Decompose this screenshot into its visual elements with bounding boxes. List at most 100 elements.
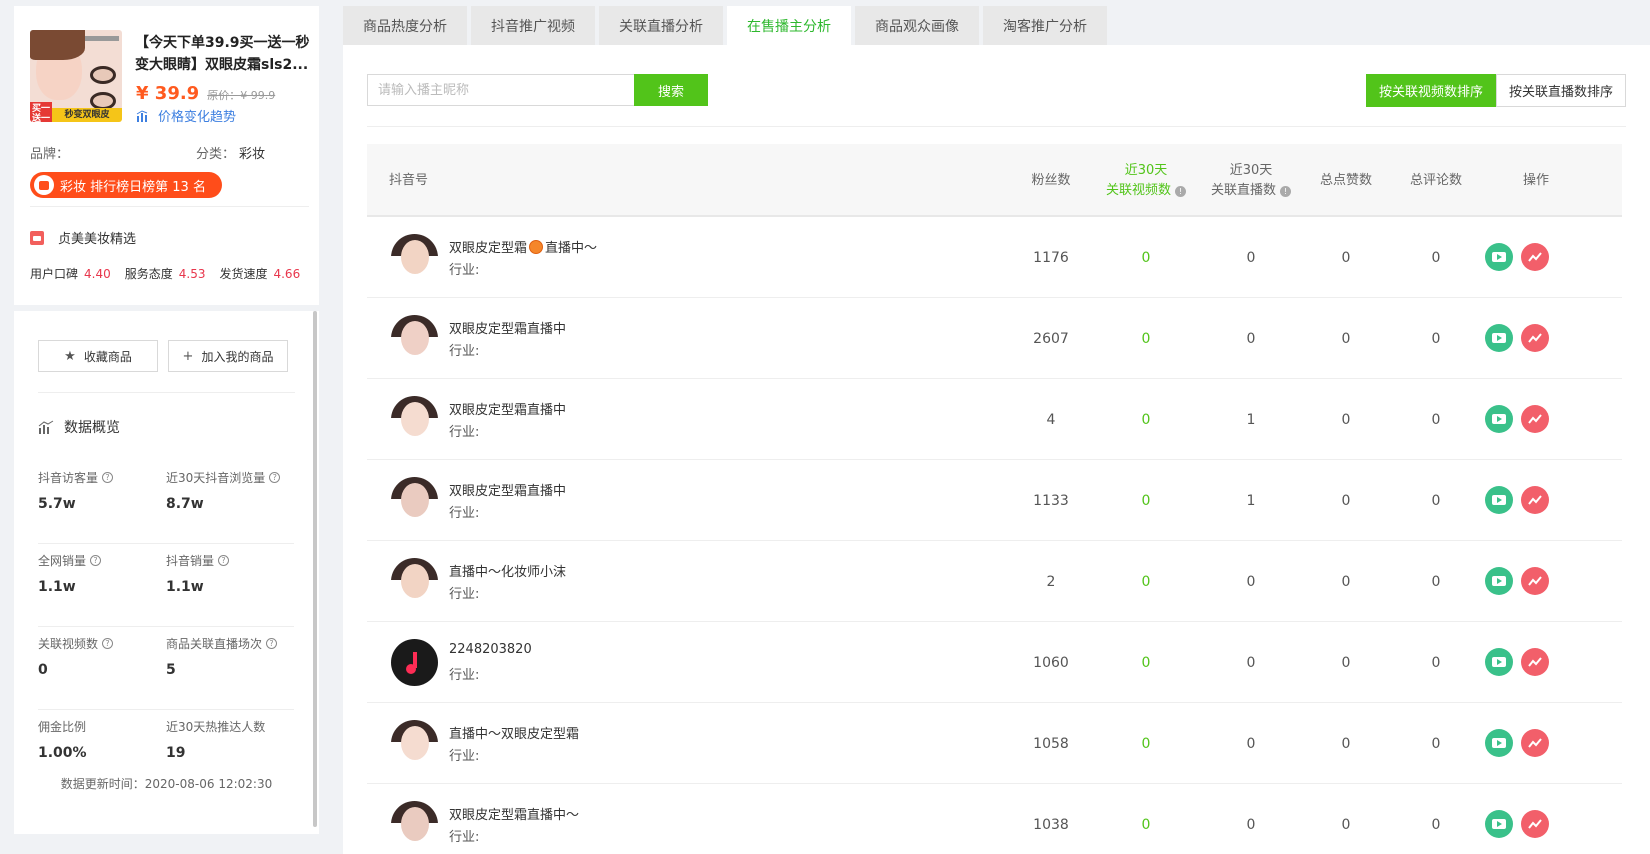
avatar[interactable] xyxy=(391,720,438,767)
video-button[interactable] xyxy=(1485,405,1513,433)
rank-badge-label: 彩妆 排行榜日榜第 13 名 xyxy=(60,179,206,195)
cell-likes: 0 xyxy=(1341,492,1351,509)
header-lives[interactable]: 近30天 关联直播数! xyxy=(1201,144,1301,217)
table-row[interactable]: 双眼皮定型霜直播中～ 行业: 1038 0 0 0 0 xyxy=(367,784,1622,854)
header-fans[interactable]: 粉丝数 xyxy=(1011,144,1091,217)
table-row[interactable]: 双眼皮定型霜直播中 行业: 2607 0 0 0 0 xyxy=(367,298,1622,379)
main-panel: 搜索 按关联视频数排序 按关联直播数排序 抖音号 粉丝数 近30天关联视频数! … xyxy=(343,45,1650,854)
shop-name: 贞美美妆精选 xyxy=(58,232,137,247)
anchor-name[interactable]: 直播中～双眼皮定型霜 xyxy=(449,723,579,742)
table-row[interactable]: 2248203820 行业: 1060 0 0 0 0 xyxy=(367,622,1622,703)
tab-2[interactable]: 关联直播分析 xyxy=(599,6,723,45)
help-icon[interactable]: ? xyxy=(102,472,114,483)
cell-videos: 0 xyxy=(1141,816,1151,833)
anchor-search-input[interactable] xyxy=(367,74,634,106)
avatar[interactable] xyxy=(391,801,438,848)
video-button[interactable] xyxy=(1485,567,1513,595)
tab-0[interactable]: 商品热度分析 xyxy=(343,6,467,45)
trend-button[interactable] xyxy=(1521,567,1549,595)
help-icon[interactable]: ? xyxy=(218,555,230,566)
price-trend-link[interactable]: 价格变化趋势 xyxy=(136,106,236,125)
avatar[interactable] xyxy=(391,477,438,524)
shop-row[interactable]: 贞美美妆精选 xyxy=(30,228,136,247)
avatar[interactable] xyxy=(391,558,438,605)
anchor-name[interactable]: 双眼皮定型霜直播中 xyxy=(449,318,566,337)
avatar[interactable] xyxy=(391,315,438,362)
help-icon[interactable]: ? xyxy=(102,638,114,649)
search-button[interactable]: 搜索 xyxy=(634,74,708,106)
stat-item: 商品关联直播场次? 5 xyxy=(166,635,278,678)
trend-button[interactable] xyxy=(1521,729,1549,757)
video-icon xyxy=(1492,414,1506,424)
sidebar-scrollbar[interactable] xyxy=(313,311,317,827)
tab-5[interactable]: 淘客推广分析 xyxy=(983,6,1107,45)
trend-button[interactable] xyxy=(1521,648,1549,676)
anchor-name[interactable]: 双眼皮定型霜直播中～ xyxy=(449,804,579,823)
trend-button[interactable] xyxy=(1521,243,1549,271)
video-button[interactable] xyxy=(1485,324,1513,352)
trend-button[interactable] xyxy=(1521,486,1549,514)
help-icon[interactable]: ? xyxy=(90,555,102,566)
video-button[interactable] xyxy=(1485,729,1513,757)
table-row[interactable]: 双眼皮定型霜 直播中～ 行业: 1176 0 0 0 0 xyxy=(367,217,1622,298)
trend-button[interactable] xyxy=(1521,324,1549,352)
trend-button[interactable] xyxy=(1521,405,1549,433)
rank-badge[interactable]: 彩妆 排行榜日榜第 13 名 xyxy=(30,172,222,198)
header-comments[interactable]: 总评论数 xyxy=(1391,144,1481,217)
anchor-name[interactable]: 双眼皮定型霜直播中 xyxy=(449,480,566,499)
video-button[interactable] xyxy=(1485,810,1513,838)
product-actions: ★ 收藏商品 + 加入我的商品 xyxy=(38,340,288,372)
stat-value: 1.00% xyxy=(38,745,87,761)
help-icon[interactable]: ? xyxy=(269,472,281,483)
video-button[interactable] xyxy=(1485,648,1513,676)
avatar[interactable] xyxy=(391,396,438,443)
anchor-name[interactable]: 2248203820 xyxy=(449,642,532,657)
trend-line-icon xyxy=(1528,657,1542,667)
cell-comments: 0 xyxy=(1431,816,1441,833)
table-row[interactable]: 直播中～化妆师小沫 行业: 2 0 0 0 0 xyxy=(367,541,1622,622)
video-icon xyxy=(1492,819,1506,829)
info-icon[interactable]: ! xyxy=(1280,185,1291,197)
video-button[interactable] xyxy=(1485,243,1513,271)
stat-item: 佣金比例 1.00% xyxy=(38,718,87,761)
anchor-industry: 行业: xyxy=(449,749,480,764)
table-row[interactable]: 直播中～双眼皮定型霜 行业: 1058 0 0 0 0 xyxy=(367,703,1622,784)
header-videos[interactable]: 近30天 关联视频数! xyxy=(1091,144,1201,217)
table-row[interactable]: 双眼皮定型霜直播中 行业: 4 0 1 0 0 xyxy=(367,379,1622,460)
stat-row: 全网销量? 1.1w 抖音销量? 1.1w xyxy=(38,544,294,627)
video-button[interactable] xyxy=(1485,486,1513,514)
analysis-tabs: 商品热度分析 抖音推广视频 关联直播分析 在售播主分析 商品观众画像 淘客推广分析 xyxy=(343,6,1107,45)
product-image[interactable]: 买一送一 39.9 秒变双眼皮 xyxy=(30,30,122,122)
trend-line-icon xyxy=(1528,819,1542,829)
sort-by-video-button[interactable]: 按关联视频数排序 xyxy=(1365,74,1496,107)
help-icon[interactable]: ? xyxy=(266,638,278,649)
cell-likes: 0 xyxy=(1341,816,1351,833)
tab-3[interactable]: 在售播主分析 xyxy=(727,6,851,45)
shop-icon xyxy=(30,230,44,245)
tab-1[interactable]: 抖音推广视频 xyxy=(471,6,595,45)
trend-button[interactable] xyxy=(1521,810,1549,838)
cell-fans: 1038 xyxy=(1033,816,1069,833)
stat-label: 商品关联直播场次? xyxy=(166,635,278,652)
anchor-name[interactable]: 双眼皮定型霜直播中～ xyxy=(449,237,597,256)
trend-line-icon xyxy=(1528,414,1542,424)
stat-label: 抖音访客量? xyxy=(38,469,114,486)
stat-value: 8.7w xyxy=(166,496,204,512)
anchor-name[interactable]: 双眼皮定型霜直播中 xyxy=(449,399,566,418)
cell-likes: 0 xyxy=(1341,573,1351,590)
add-to-my-products-button[interactable]: + 加入我的商品 xyxy=(168,340,288,372)
cell-videos: 0 xyxy=(1141,249,1151,266)
avatar[interactable] xyxy=(391,234,438,281)
avatar[interactable] xyxy=(391,639,438,686)
table-row[interactable]: 双眼皮定型霜直播中 行业: 1133 0 1 0 0 xyxy=(367,460,1622,541)
info-icon[interactable]: ! xyxy=(1175,185,1186,197)
anchor-name[interactable]: 直播中～化妆师小沫 xyxy=(449,561,566,580)
cell-lives: 1 xyxy=(1246,411,1256,428)
header-likes[interactable]: 总点赞数 xyxy=(1301,144,1391,217)
stat-label: 抖音销量? xyxy=(166,552,230,569)
favorite-button[interactable]: ★ 收藏商品 xyxy=(38,340,158,372)
sort-by-live-button[interactable]: 按关联直播数排序 xyxy=(1495,74,1626,107)
tab-4[interactable]: 商品观众画像 xyxy=(855,6,979,45)
cell-likes: 0 xyxy=(1341,330,1351,347)
product-title[interactable]: 【今天下单39.9买一送一秒变大眼睛】双眼皮霜sls2... xyxy=(135,32,313,76)
